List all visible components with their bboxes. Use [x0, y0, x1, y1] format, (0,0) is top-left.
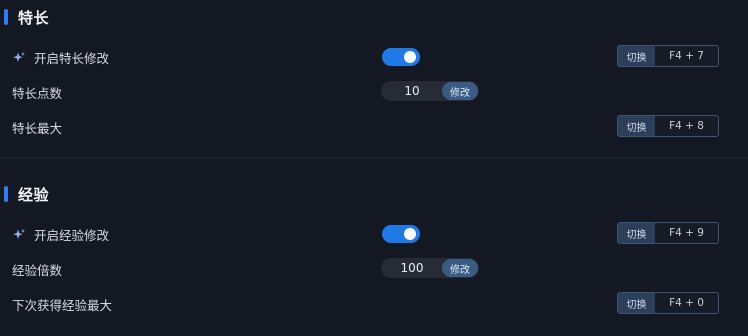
hotkey-switch-button[interactable]: 切换	[618, 46, 655, 66]
perk-points-modify-button[interactable]: 修改	[442, 82, 478, 100]
row-enable-exp-mod: 开启经验修改 切换 F4 + 9	[0, 221, 748, 247]
row-label-wrap: 特长最大	[12, 118, 62, 137]
row-next-exp-max: 下次获得经验最大 切换 F4 + 0	[0, 291, 748, 317]
section-accent-bar	[4, 9, 8, 25]
row-label: 经验倍数	[12, 263, 63, 278]
section-title: 经验	[18, 185, 50, 204]
row-label: 开启特长修改	[34, 51, 110, 66]
row-label-wrap: 特长点数	[12, 83, 62, 102]
row-label: 下次获得经验最大	[12, 298, 113, 313]
hotkey-switch-button[interactable]: 切换	[618, 116, 655, 136]
row-label-wrap: 经验倍数	[12, 260, 62, 279]
enable-exp-mod-toggle[interactable]	[382, 225, 420, 243]
section-accent-bar	[4, 186, 8, 202]
row-perk-max: 特长最大 切换 F4 + 8	[0, 114, 748, 140]
hotkey-enable-perk-mod: 切换 F4 + 7	[617, 45, 719, 67]
row-label: 特长点数	[12, 86, 63, 101]
hotkey-switch-button[interactable]: 切换	[618, 293, 655, 313]
row-label-wrap: 开启经验修改	[12, 225, 109, 244]
sparkle-icon	[13, 51, 25, 62]
section-header-perk: 特长	[4, 8, 50, 27]
row-label-wrap: 下次获得经验最大	[12, 295, 112, 314]
hotkey-key: F4 + 9	[669, 227, 704, 239]
hotkey-key: F4 + 8	[669, 120, 704, 132]
hotkey-enable-exp-mod: 切换 F4 + 9	[617, 222, 719, 244]
row-label: 特长最大	[12, 121, 63, 136]
row-perk-points: 特长点数 10 修改	[0, 79, 748, 105]
cheat-panel: 特长 开启特长修改 切换 F4 + 7 特长点数 10 修改 特长最大 切换 F…	[0, 0, 748, 336]
section-title: 特长	[18, 8, 50, 27]
row-enable-perk-mod: 开启特长修改 切换 F4 + 7	[0, 44, 748, 70]
toggle-knob	[404, 228, 416, 240]
row-exp-multiplier: 经验倍数 100 修改	[0, 256, 748, 282]
hotkey-key: F4 + 0	[669, 297, 704, 309]
section-header-exp: 经验	[4, 185, 50, 204]
hotkey-perk-max: 切换 F4 + 8	[617, 115, 719, 137]
row-label: 开启经验修改	[34, 228, 110, 243]
perk-points-value[interactable]: 10	[381, 84, 443, 98]
exp-multiplier-input[interactable]: 100 修改	[381, 258, 479, 278]
row-label-wrap: 开启特长修改	[12, 48, 109, 67]
toggle-knob	[404, 51, 416, 63]
perk-points-input[interactable]: 10 修改	[381, 81, 479, 101]
enable-perk-mod-toggle[interactable]	[382, 48, 420, 66]
exp-multiplier-value[interactable]: 100	[381, 261, 443, 275]
hotkey-key: F4 + 7	[669, 50, 704, 62]
section-divider	[0, 157, 748, 158]
sparkle-icon	[13, 228, 25, 239]
exp-multiplier-modify-button[interactable]: 修改	[442, 259, 478, 277]
hotkey-next-exp-max: 切换 F4 + 0	[617, 292, 719, 314]
hotkey-switch-button[interactable]: 切换	[618, 223, 655, 243]
